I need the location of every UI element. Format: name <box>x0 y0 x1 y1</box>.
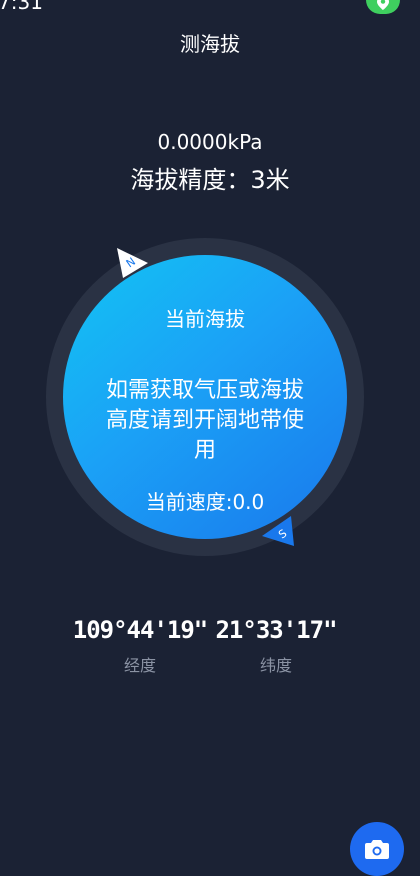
camera-button[interactable] <box>350 822 404 876</box>
latitude-label: 纬度 <box>259 656 292 675</box>
pressure-reading: 0.0000kPa <box>157 130 263 154</box>
current-altitude-label: 当前海拔 <box>165 307 245 331</box>
location-pin-icon <box>377 0 389 10</box>
current-speed: 当前速度:0.0 <box>145 490 265 514</box>
status-time: 7:31 <box>0 0 43 14</box>
open-area-hint: 如需获取气压或海拔高度请到开阔地带使用 <box>105 378 304 463</box>
location-indicator <box>366 0 400 14</box>
latitude-value: 21°33'17" <box>215 616 337 644</box>
north-marker-icon: N <box>114 248 148 282</box>
camera-icon <box>365 840 389 859</box>
south-marker-icon: S <box>262 516 294 550</box>
page-title: 测海拔 <box>180 32 240 56</box>
altitude-accuracy: 海拔精度：3米 <box>130 166 290 194</box>
